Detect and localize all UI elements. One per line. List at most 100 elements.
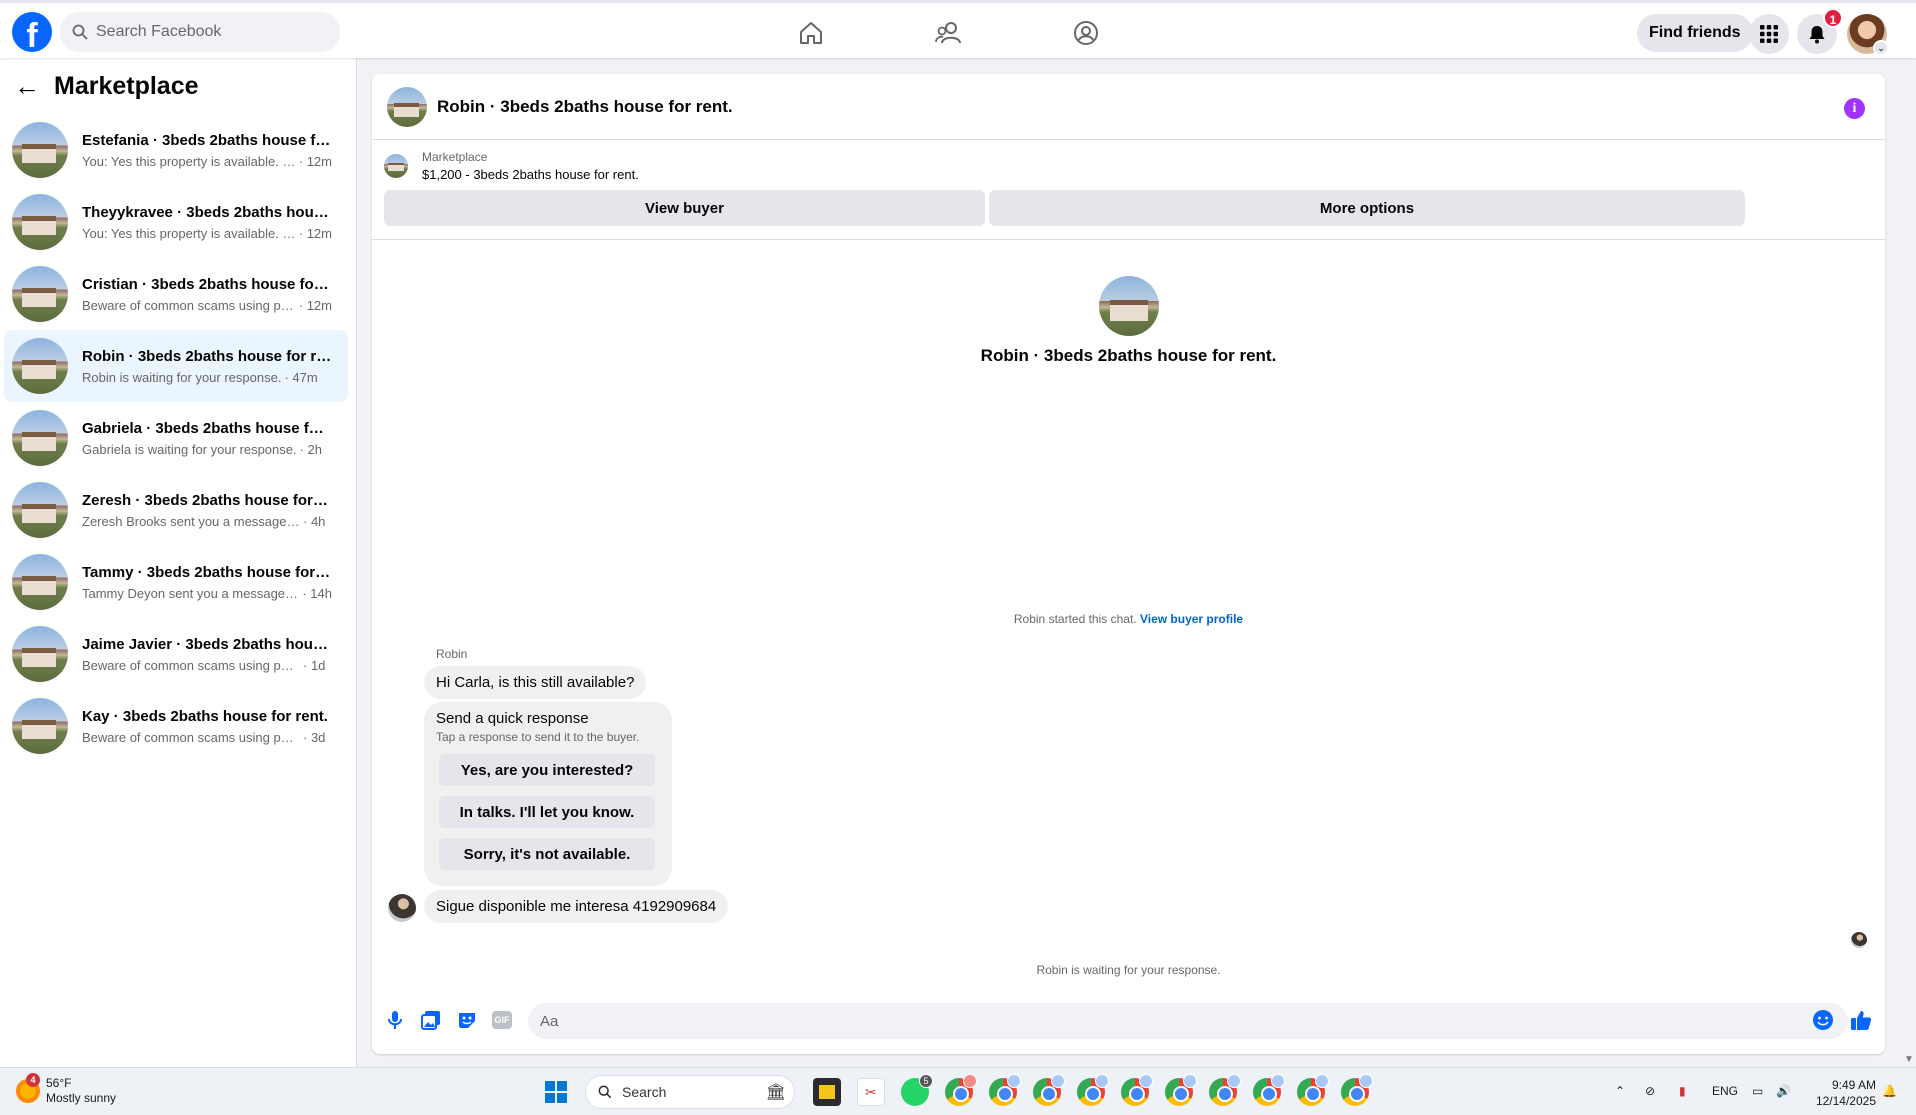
windows-taskbar: 4 56°F Mostly sunny Search 🏛 ✂ 5 ⌃ ⊘ ▮ E…	[0, 1067, 1916, 1115]
message-bubble: Sigue disponible me interesa 4192909684	[424, 890, 729, 923]
taskbar-search[interactable]: Search 🏛	[585, 1075, 795, 1109]
message-input[interactable]	[528, 1003, 1848, 1039]
clock[interactable]: 9:49 AM 12/14/2025	[1812, 1077, 1876, 1109]
chrome-icon[interactable]	[1297, 1074, 1329, 1106]
network-icon[interactable]: ⊘	[1645, 1084, 1655, 1098]
conversation-item[interactable]: Gabriela · 3beds 2baths house for rent. G…	[4, 402, 348, 474]
chat-intro: Robin · 3beds 2baths house for rent.	[372, 276, 1885, 366]
conversation-thumbnail	[12, 122, 68, 178]
chrome-icon[interactable]	[1121, 1074, 1153, 1106]
view-buyer-button[interactable]: View buyer	[384, 190, 985, 226]
back-arrow-icon[interactable]: ←	[14, 71, 40, 102]
search-box[interactable]	[60, 12, 340, 52]
thumbs-up-icon[interactable]	[1850, 1009, 1872, 1031]
friends-icon[interactable]	[933, 17, 965, 49]
chat-title[interactable]: Robin · 3beds 2baths house for rent.	[437, 97, 733, 117]
conversation-title: Gabriela · 3beds 2baths house for rent.	[82, 419, 332, 437]
conversation-title: Cristian · 3beds 2baths house for rent.	[82, 275, 332, 293]
chrome-icon[interactable]	[1253, 1074, 1285, 1106]
conversation-time: · 12m	[298, 225, 332, 241]
quick-response-not-available-button[interactable]: Sorry, it's not available.	[439, 838, 655, 870]
chevron-up-icon[interactable]: ⌃	[1615, 1084, 1625, 1098]
chrome-icon[interactable]	[1077, 1074, 1109, 1106]
gif-icon[interactable]: GIF	[492, 1011, 512, 1029]
conversation-snippet: You: Yes this property is available. F..…	[82, 225, 296, 241]
waiting-notice: Robin is waiting for your response.	[1036, 963, 1221, 977]
search-input[interactable]	[96, 23, 316, 41]
find-friends-button[interactable]: Find friends	[1637, 14, 1753, 52]
conversation-title: Robin · 3beds 2baths house for rent.	[82, 347, 332, 365]
conversation-snippet: Gabriela is waiting for your response.	[82, 441, 297, 457]
quick-response-title: Send a quick response	[436, 710, 589, 727]
notifications-button[interactable]: 1	[1797, 8, 1843, 54]
conversation-item[interactable]: Robin · 3beds 2baths house for rent. Robi…	[4, 330, 348, 402]
more-options-button[interactable]: More options	[989, 190, 1745, 226]
notification-badge: 1	[1823, 8, 1843, 28]
conversation-item[interactable]: Estefania · 3beds 2baths house for rent.…	[4, 114, 348, 186]
conversation-item[interactable]: Cristian · 3beds 2baths house for rent. B…	[4, 258, 348, 330]
chrome-icon[interactable]	[1165, 1074, 1197, 1106]
conversation-snippet: Zeresh Brooks sent you a message ab...	[82, 513, 300, 529]
sticker-icon[interactable]	[456, 1009, 478, 1031]
weather-temp: 56°F	[46, 1076, 72, 1090]
listing-thumbnail[interactable]	[387, 86, 427, 127]
message-bubble: Hi Carla, is this still available?	[424, 666, 647, 699]
conversation-title: Theyykravee · 3beds 2baths house for ren…	[82, 203, 332, 221]
chrome-icon[interactable]	[1341, 1074, 1373, 1106]
buyer-avatar[interactable]	[388, 894, 416, 922]
intro-listing-image	[1098, 276, 1159, 336]
chrome-icon[interactable]	[1033, 1074, 1065, 1106]
seen-receipt-avatar	[1851, 932, 1867, 948]
listing-small-thumbnail[interactable]	[384, 154, 408, 178]
marketplace-sidebar: ← Marketplace Estefania · 3beds 2baths h…	[0, 58, 357, 1067]
conversation-time: · 1d	[303, 657, 326, 673]
conversation-snippet: Tammy Deyon sent you a message a...	[82, 585, 300, 601]
chrome-icon[interactable]	[945, 1074, 977, 1106]
view-buyer-profile-link[interactable]: View buyer profile	[1140, 612, 1243, 626]
weather-badge: 4	[26, 1073, 40, 1087]
emoji-icon[interactable]	[1812, 1009, 1834, 1031]
microphone-icon[interactable]	[384, 1009, 406, 1031]
scroll-down-arrow-icon[interactable]: ▼	[1904, 1054, 1914, 1065]
volume-icon[interactable]: 🔊	[1776, 1084, 1791, 1098]
display-icon[interactable]: ▭	[1752, 1084, 1763, 1098]
snipping-tool-icon[interactable]: ✂	[857, 1078, 885, 1106]
info-icon[interactable]: i	[1844, 98, 1865, 119]
language-indicator[interactable]: ENG	[1712, 1084, 1738, 1098]
conversation-title: Estefania · 3beds 2baths house for rent.	[82, 131, 332, 149]
facebook-logo-icon[interactable]: f	[12, 12, 52, 52]
conversation-item[interactable]: Tammy · 3beds 2baths house for rent. Tamm…	[4, 546, 348, 618]
search-highlight-icon: 🏛	[765, 1084, 786, 1101]
bell-icon	[1809, 26, 1825, 44]
conversation-time: · 3d	[303, 729, 326, 745]
conversation-item[interactable]: Kay · 3beds 2baths house for rent. Beware…	[4, 690, 348, 762]
weather-desc: Mostly sunny	[46, 1091, 117, 1105]
chevron-down-icon[interactable]: ⌄	[1873, 40, 1889, 56]
windows-start-icon[interactable]	[545, 1081, 567, 1103]
intro-title: Robin · 3beds 2baths house for rent.	[980, 346, 1277, 365]
started-text: Robin started this chat.	[1013, 612, 1137, 626]
conversation-item[interactable]: Jaime Javier · 3beds 2baths house for re…	[4, 618, 348, 690]
quick-response-in-talks-button[interactable]: In talks. I'll let you know.	[439, 796, 655, 828]
home-icon[interactable]	[795, 17, 827, 49]
chrome-icon[interactable]	[1209, 1074, 1241, 1106]
chrome-icon[interactable]	[989, 1074, 1021, 1106]
whatsapp-icon[interactable]: 5	[901, 1074, 933, 1106]
photo-icon[interactable]	[420, 1009, 442, 1031]
conversation-list: Estefania · 3beds 2baths house for rent.…	[0, 114, 356, 762]
quick-response-yes-button[interactable]: Yes, are you interested?	[439, 754, 655, 786]
battery-icon[interactable]: ▮	[1679, 1084, 1686, 1098]
notification-bell-icon[interactable]: 🔔	[1882, 1084, 1897, 1098]
listing-name[interactable]: $1,200 - 3beds 2baths house for rent.	[422, 167, 639, 182]
conversation-item[interactable]: Zeresh · 3beds 2baths house for rent. Zer…	[4, 474, 348, 546]
conversation-thumbnail	[12, 266, 68, 322]
conversation-item[interactable]: Theyykravee · 3beds 2baths house for ren…	[4, 186, 348, 258]
conversation-time: · 2h	[299, 441, 323, 457]
weather-widget[interactable]: 4 56°F Mostly sunny	[16, 1073, 117, 1106]
clock-date: 12/14/2025	[1815, 1094, 1876, 1108]
menu-grid-icon[interactable]	[1749, 14, 1789, 54]
groups-icon[interactable]	[1070, 17, 1102, 49]
file-manager-icon[interactable]	[813, 1078, 841, 1106]
search-icon	[72, 24, 88, 40]
conversation-snippet: Beware of common scams using pa...	[82, 297, 296, 313]
